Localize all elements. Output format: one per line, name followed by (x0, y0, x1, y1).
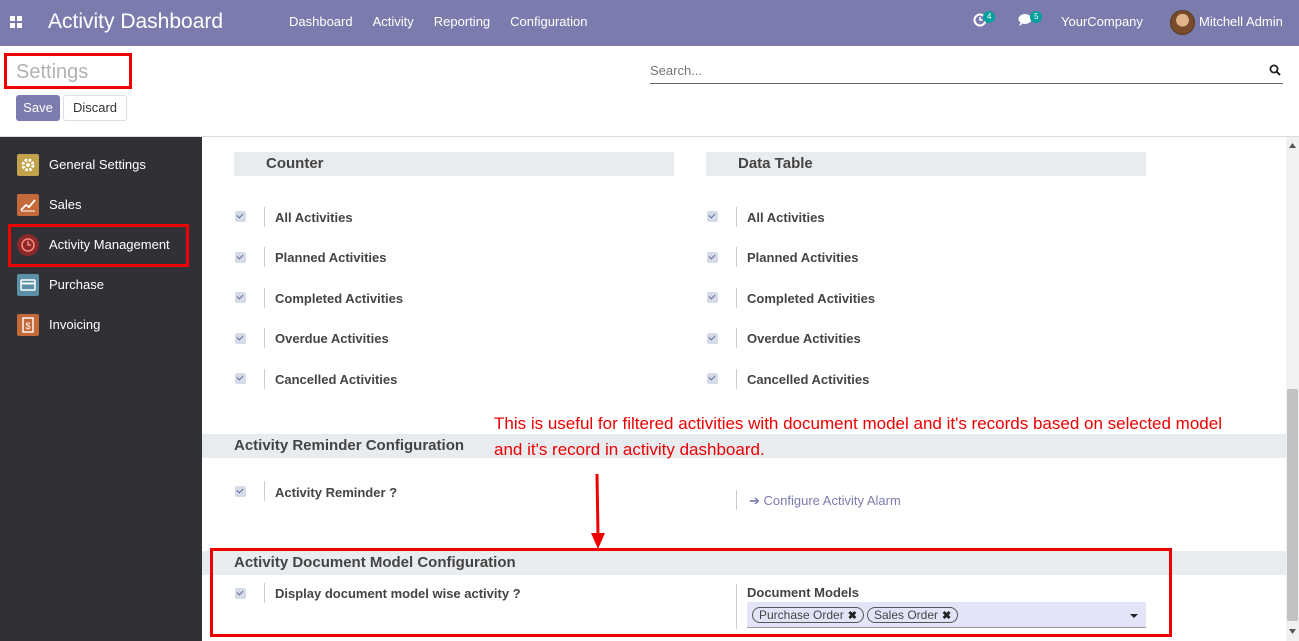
annotation-arrow-icon (591, 473, 605, 549)
page-title: Settings (16, 61, 89, 83)
sidebar-item-label: Sales (49, 197, 82, 212)
sidebar-item-sales[interactable]: Sales (0, 185, 202, 225)
svg-text:$: $ (25, 321, 30, 331)
activity-clock-button[interactable]: 4 (973, 11, 996, 33)
divider (264, 288, 265, 308)
scrollbar-thumb[interactable] (1287, 389, 1298, 621)
option-label: Activity Reminder ? (275, 485, 398, 500)
divider (264, 207, 265, 227)
control-panel: Settings Save Discard (0, 46, 1299, 137)
menu-dashboard[interactable]: Dashboard (279, 14, 363, 29)
divider (736, 288, 737, 308)
checkbox[interactable] (707, 211, 718, 222)
divider (264, 247, 265, 267)
option-label: Planned Activities (747, 250, 859, 265)
company-switcher[interactable]: YourCompany (1061, 14, 1143, 29)
search-bar (650, 62, 1283, 84)
option-label: Overdue Activities (747, 331, 861, 346)
annotation-note: This is useful for filtered activities w… (494, 414, 1222, 459)
menu-activity[interactable]: Activity (363, 14, 424, 29)
menu-configuration[interactable]: Configuration (500, 14, 597, 29)
settings-sidebar: General Settings Sales Activity Manageme… (0, 137, 202, 641)
option-label: All Activities (747, 210, 825, 225)
checkbox[interactable] (235, 486, 246, 497)
divider (736, 207, 737, 227)
checkbox[interactable] (707, 373, 718, 384)
sidebar-item-label: Invoicing (49, 317, 101, 332)
search-icon[interactable] (1269, 64, 1281, 76)
apps-grid-icon[interactable] (10, 16, 22, 28)
configure-alarm-label: Configure Activity Alarm (763, 493, 901, 508)
checkbox[interactable] (707, 292, 718, 303)
configure-alarm-link[interactable]: ➔ Configure Activity Alarm (749, 493, 901, 509)
checkbox[interactable] (707, 252, 718, 263)
divider (264, 328, 265, 348)
option-label: Completed Activities (275, 291, 404, 306)
user-avatar[interactable] (1170, 10, 1195, 35)
menu-reporting[interactable]: Reporting (424, 14, 500, 29)
checkbox[interactable] (235, 211, 246, 222)
sidebar-item-purchase[interactable]: Purchase (0, 265, 202, 305)
arrow-right-icon: ➔ (749, 493, 760, 508)
divider (264, 481, 265, 501)
search-input[interactable] (650, 63, 1250, 78)
option-label: Overdue Activities (275, 331, 389, 346)
divider (736, 247, 737, 267)
content-scrollbar[interactable] (1286, 137, 1299, 641)
app-title: Activity Dashboard (48, 10, 224, 33)
option-label: Cancelled Activities (747, 372, 870, 387)
divider (736, 328, 737, 348)
settings-content: Counter Data Table All Activities Planne… (202, 137, 1299, 641)
checkbox[interactable] (235, 333, 246, 344)
sidebar-item-label: Purchase (49, 277, 104, 292)
document-model-highlight-box (210, 548, 1172, 637)
option-label: All Activities (275, 210, 353, 225)
sidebar-item-label: General Settings (49, 157, 146, 172)
discard-button[interactable]: Discard (63, 95, 127, 121)
data-table-section-heading: Data Table (706, 152, 1146, 176)
divider (736, 490, 737, 510)
sidebar-item-general-settings[interactable]: General Settings (0, 145, 202, 185)
active-item-highlight-box (8, 224, 189, 267)
chart-line-icon (17, 194, 39, 216)
divider (264, 369, 265, 389)
activity-count-badge: 4 (983, 11, 996, 23)
gear-icon (17, 154, 39, 176)
user-menu[interactable]: Mitchell Admin (1199, 14, 1283, 29)
messages-button[interactable]: 5 (1018, 11, 1043, 33)
sidebar-item-invoicing[interactable]: $ Invoicing (0, 305, 202, 345)
message-count-badge: 5 (1030, 11, 1043, 23)
credit-card-icon (17, 274, 39, 296)
option-label: Planned Activities (275, 250, 387, 265)
main-menu: Dashboard Activity Reporting Configurati… (279, 14, 597, 29)
checkbox[interactable] (707, 333, 718, 344)
divider (736, 369, 737, 389)
scroll-down-icon[interactable] (1289, 629, 1296, 634)
invoice-dollar-icon: $ (17, 314, 39, 336)
scroll-up-icon[interactable] (1289, 143, 1296, 148)
option-label: Completed Activities (747, 291, 876, 306)
top-navbar: Activity Dashboard Dashboard Activity Re… (0, 0, 1299, 46)
checkbox[interactable] (235, 292, 246, 303)
checkbox[interactable] (235, 252, 246, 263)
counter-section-heading: Counter (234, 152, 674, 176)
save-button[interactable]: Save (16, 95, 60, 121)
checkbox[interactable] (235, 373, 246, 384)
option-label: Cancelled Activities (275, 372, 398, 387)
